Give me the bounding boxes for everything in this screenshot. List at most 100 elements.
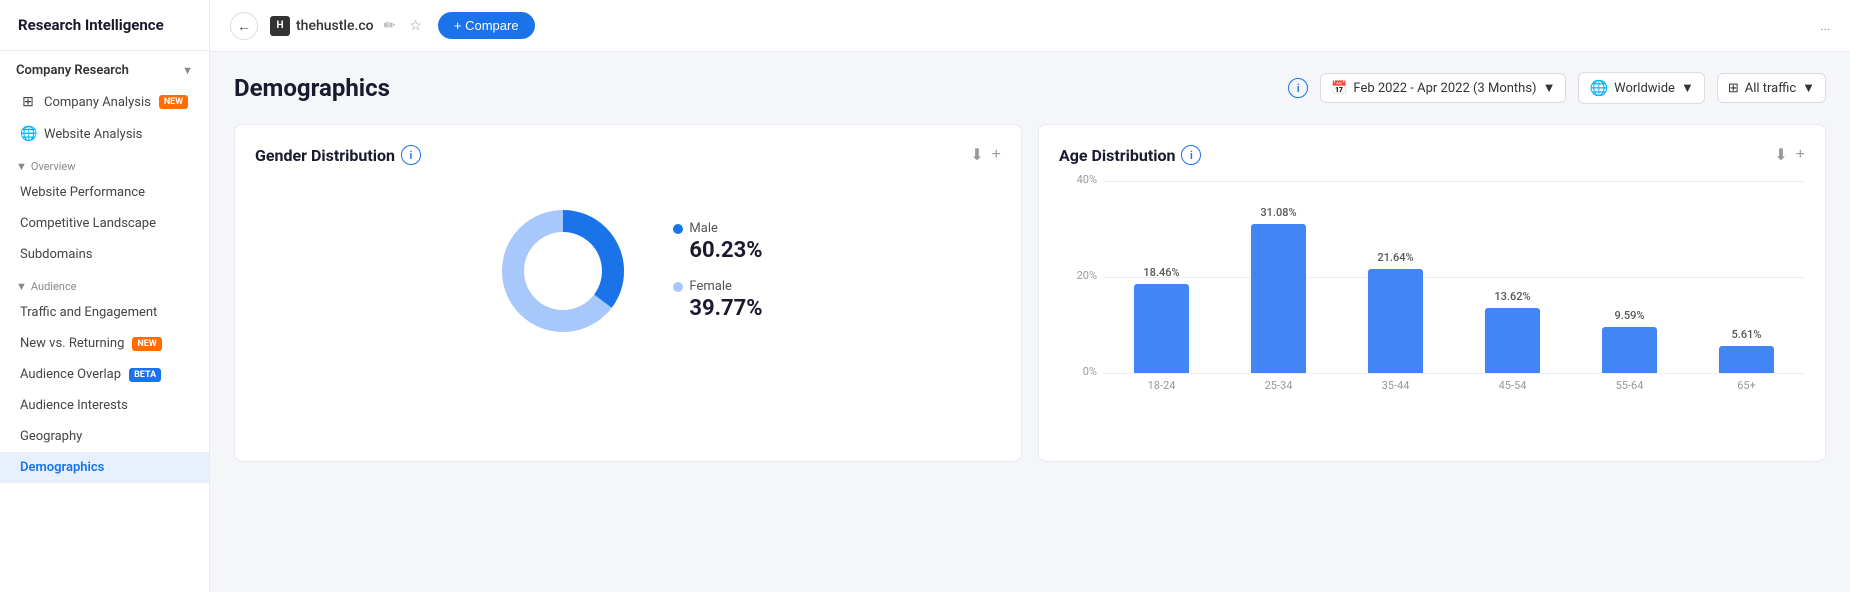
sidebar-item-label: Competitive Landscape <box>20 216 156 231</box>
overview-label: ▼ Overview <box>0 150 209 177</box>
sidebar-item-subdomains[interactable]: Subdomains <box>0 239 209 270</box>
bar-value-label: 9.59% <box>1600 309 1660 322</box>
chevron-down-icon: ▼ <box>1802 80 1815 96</box>
age-chart-card: Age Distribution i ⬇ + 40% 20% 0% 18.46% 18-… <box>1038 124 1826 462</box>
y-axis-label: 40% <box>1059 173 1097 186</box>
age-chart-header: Age Distribution i ⬇ + <box>1059 145 1805 165</box>
traffic-label: All traffic <box>1745 81 1796 96</box>
x-axis-label: 25-34 <box>1259 379 1299 392</box>
sidebar-item-new-vs-returning[interactable]: New vs. Returning NEW <box>0 328 209 359</box>
chevron-small-icon: ▼ <box>16 280 27 293</box>
gender-info-icon[interactable]: i <box>401 145 421 165</box>
traffic-icon: ⊞ <box>1728 81 1739 96</box>
age-chart-actions: ⬇ + <box>1774 145 1805 165</box>
gender-download-button[interactable]: ⬇ <box>970 145 983 165</box>
topbar-extra: ... <box>1821 19 1831 33</box>
topbar: ← H thehustle.co ✏ ☆ + Compare ... <box>210 0 1850 52</box>
age-chart-title: Age Distribution i <box>1059 145 1774 165</box>
domain-name: thehustle.co <box>296 18 374 34</box>
region-picker[interactable]: 🌐 Worldwide ▼ <box>1578 72 1704 104</box>
age-add-button[interactable]: + <box>1796 145 1805 165</box>
male-legend-item: Male 60.23% <box>673 221 762 263</box>
gender-donut-container: Male 60.23% Female 39.77% <box>255 181 1001 361</box>
edit-icon[interactable]: ✏ <box>380 15 400 36</box>
header-controls: i 📅 Feb 2022 - Apr 2022 (3 Months) ▼ 🌐 W… <box>1288 72 1826 104</box>
gender-chart-actions: ⬇ + <box>970 145 1001 165</box>
gender-donut-chart <box>493 201 633 341</box>
sidebar-item-audience-interests[interactable]: Audience Interests <box>0 390 209 421</box>
new-badge: NEW <box>159 95 188 109</box>
chevron-down-icon: ▼ <box>1681 80 1694 96</box>
grid-icon: ⊞ <box>20 94 36 110</box>
gender-chart-header: Gender Distribution i ⬇ + <box>255 145 1001 165</box>
sidebar-item-website-performance[interactable]: Website Performance <box>0 177 209 208</box>
gender-add-button[interactable]: + <box>992 145 1001 165</box>
sidebar-item-label: Audience Overlap <box>20 367 121 382</box>
y-axis-label: 20% <box>1059 269 1097 282</box>
globe-icon: 🌐 <box>1589 79 1608 97</box>
compare-button[interactable]: + Compare <box>438 12 535 39</box>
back-button[interactable]: ← <box>230 12 258 40</box>
traffic-picker[interactable]: ⊞ All traffic ▼ <box>1717 73 1826 103</box>
x-axis-label: 18-24 <box>1142 379 1182 392</box>
domain-favicon: H <box>270 16 290 36</box>
calendar-icon: 📅 <box>1331 81 1347 96</box>
beta-badge: BETA <box>129 368 161 382</box>
audience-label: ▼ Audience <box>0 270 209 297</box>
sidebar-item-label: Geography <box>20 429 82 444</box>
gender-chart-card: Gender Distribution i ⬇ + <box>234 124 1022 462</box>
sidebar-item-label: Company Analysis <box>44 95 151 110</box>
date-range-label: Feb 2022 - Apr 2022 (3 Months) <box>1353 81 1536 96</box>
sidebar-item-label: Traffic and Engagement <box>20 305 157 320</box>
bar-value-label: 5.61% <box>1717 328 1777 341</box>
sidebar-item-audience-overlap[interactable]: Audience Overlap BETA <box>0 359 209 390</box>
app-title: Research Intelligence <box>0 0 209 51</box>
sidebar-item-label: New vs. Returning <box>20 336 124 351</box>
male-dot <box>673 224 683 234</box>
x-axis-label: 65+ <box>1727 379 1767 392</box>
female-label: Female <box>689 279 731 294</box>
bar-value-label: 18.46% <box>1132 266 1192 279</box>
chevron-down-icon: ▼ <box>1543 80 1556 96</box>
star-icon[interactable]: ☆ <box>405 15 426 36</box>
page-header: Demographics i 📅 Feb 2022 - Apr 2022 (3 … <box>234 72 1826 104</box>
sidebar-item-demographics[interactable]: Demographics <box>0 452 209 483</box>
sidebar-item-website-analysis[interactable]: 🌐 Website Analysis <box>0 118 209 150</box>
sidebar-item-label: Audience Interests <box>20 398 128 413</box>
male-label: Male <box>689 221 717 236</box>
sidebar-item-traffic-engagement[interactable]: Traffic and Engagement <box>0 297 209 328</box>
charts-row: Gender Distribution i ⬇ + <box>234 124 1826 462</box>
page-content-area: Demographics i 📅 Feb 2022 - Apr 2022 (3 … <box>210 52 1850 592</box>
globe-small-icon: 🌐 <box>20 126 36 142</box>
sidebar-item-company-analysis[interactable]: ⊞ Company Analysis NEW <box>0 86 209 118</box>
y-axis-label: 0% <box>1059 365 1097 378</box>
female-dot <box>673 282 683 292</box>
bar <box>1602 327 1657 373</box>
gender-legend: Male 60.23% Female 39.77% <box>673 221 762 321</box>
male-value: 60.23% <box>673 238 762 263</box>
info-icon[interactable]: i <box>1288 78 1308 98</box>
date-range-picker[interactable]: 📅 Feb 2022 - Apr 2022 (3 Months) ▼ <box>1320 73 1566 103</box>
bar-value-label: 31.08% <box>1249 206 1309 219</box>
gender-chart-title: Gender Distribution i <box>255 145 970 165</box>
page-title: Demographics <box>234 74 1288 102</box>
x-axis-label: 45-54 <box>1493 379 1533 392</box>
grid-line <box>1103 277 1805 278</box>
age-bar-chart: 40%20%0%18.46%18-2431.08%25-3421.64%35-4… <box>1059 181 1805 441</box>
domain-area: H thehustle.co ✏ ☆ <box>270 15 426 36</box>
sidebar-item-label: Website Performance <box>20 185 145 200</box>
sidebar-item-competitive-landscape[interactable]: Competitive Landscape <box>0 208 209 239</box>
company-research-header[interactable]: Company Research ▼ <box>0 51 209 86</box>
sidebar-item-label: Subdomains <box>20 247 92 262</box>
grid-line <box>1103 373 1805 374</box>
age-info-icon[interactable]: i <box>1181 145 1201 165</box>
sidebar-item-geography[interactable]: Geography <box>0 421 209 452</box>
female-legend-item: Female 39.77% <box>673 279 762 321</box>
chevron-down-icon: ▼ <box>182 64 193 77</box>
main-content: ← H thehustle.co ✏ ☆ + Compare ... Demog… <box>210 0 1850 592</box>
x-axis-label: 55-64 <box>1610 379 1650 392</box>
sidebar-item-label: Demographics <box>20 460 104 475</box>
bar <box>1134 284 1189 373</box>
bar-value-label: 13.62% <box>1483 290 1543 303</box>
age-download-button[interactable]: ⬇ <box>1774 145 1787 165</box>
